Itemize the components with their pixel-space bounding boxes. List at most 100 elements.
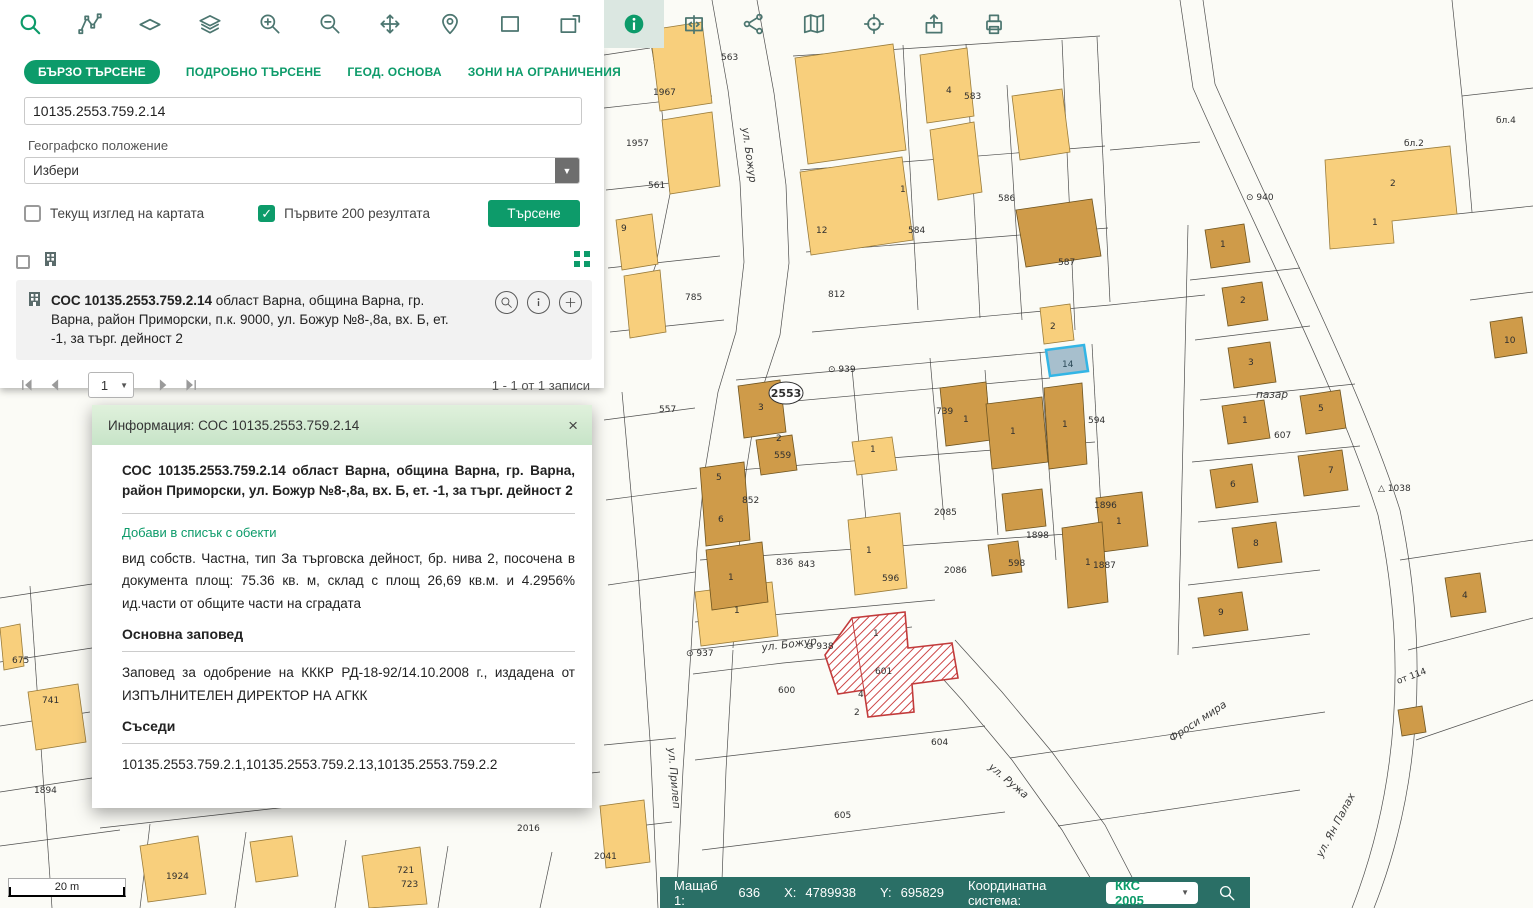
measure-tool-icon[interactable]	[60, 0, 120, 48]
map-label: 2	[1050, 322, 1056, 332]
last-page-button[interactable]	[184, 378, 198, 392]
map-label: 1	[870, 445, 876, 455]
result-item[interactable]: СОС 10135.2553.759.2.14 област Варна, об…	[16, 280, 592, 360]
crs-label: Координатна система:	[968, 878, 1097, 908]
map-label: 587	[1058, 258, 1075, 268]
map-label: 583	[964, 92, 981, 102]
next-page-button[interactable]	[156, 378, 170, 392]
map-label: 723	[401, 880, 418, 890]
result-actions	[495, 291, 582, 348]
previous-page-button[interactable]	[48, 378, 62, 392]
map-label: 559	[774, 451, 791, 461]
map-label: 10	[1504, 336, 1516, 346]
search-input[interactable]	[24, 97, 582, 125]
result-text: СОС 10135.2553.759.2.14 област Варна, об…	[51, 291, 451, 348]
chevron-down-icon: ▼	[1181, 888, 1189, 897]
map-label: 594	[1088, 416, 1105, 426]
map-label: 1957	[626, 139, 649, 149]
search-tabs: БЪРЗО ТЪРСЕНЕ ПОДРОБНО ТЪРСЕНЕ ГЕОД. ОСН…	[24, 60, 604, 84]
map-label: 4	[946, 86, 952, 96]
zoom-in-tool-icon[interactable]	[240, 0, 300, 48]
tab-detailed-search[interactable]: ПОДРОБНО ТЪРСЕНЕ	[186, 65, 322, 79]
map-label: 1	[1372, 218, 1378, 228]
scale-bar-label: 20 m	[55, 881, 79, 893]
zoom-out-tool-icon[interactable]	[300, 0, 360, 48]
flat-layer-tool-icon[interactable]	[120, 0, 180, 48]
map-label: 557	[659, 405, 676, 415]
map-label: 1	[1116, 517, 1122, 527]
map-label: 4	[1462, 591, 1468, 601]
building-icon	[44, 251, 57, 272]
pan-tool-icon[interactable]	[360, 0, 420, 48]
map-label: 605	[834, 811, 851, 821]
first-page-button[interactable]	[20, 378, 34, 392]
layers-tool-icon[interactable]	[180, 0, 240, 48]
map-label: 3	[758, 403, 764, 413]
coordinate-search-icon[interactable]	[1218, 884, 1236, 902]
chevron-down-icon[interactable]: ▼	[555, 158, 579, 183]
expand-results-icon[interactable]	[574, 251, 590, 272]
result-info-button[interactable]	[527, 291, 550, 314]
basemap-tool-icon[interactable]	[784, 0, 844, 48]
add-result-button[interactable]	[559, 291, 582, 314]
map-label: 1896	[1094, 501, 1117, 511]
map-label: 1	[728, 573, 734, 583]
zoom-to-result-button[interactable]	[495, 291, 518, 314]
map-label: 6	[718, 515, 724, 525]
map-label: ⊙ 938	[806, 642, 834, 652]
add-to-object-list-link[interactable]: Добави в списък с обекти	[122, 525, 277, 540]
pagination: 1 ▼ 1 - 1 от 1 записи	[20, 372, 590, 398]
toolbar-left	[0, 0, 604, 48]
map-label: 607	[1274, 431, 1291, 441]
first-200-results-checkbox[interactable]: ✓	[258, 205, 275, 222]
page-select[interactable]: 1 ▼	[88, 372, 134, 398]
search-button[interactable]: Търсене	[488, 200, 580, 227]
map-label: 5	[716, 473, 722, 483]
map-label: 563	[721, 53, 738, 63]
map-label: 1887	[1093, 561, 1116, 571]
info-popup-body: СОС 10135.2553.759.2.14 област Варна, об…	[92, 445, 592, 777]
map-label: 1	[1010, 427, 1016, 437]
search-tool-icon[interactable]	[0, 0, 60, 48]
building-icon	[28, 291, 41, 348]
gps-tool-icon[interactable]	[844, 0, 904, 48]
map-label: 785	[685, 293, 702, 303]
crs-select[interactable]: ККС 2005 ▼	[1106, 882, 1198, 904]
geo-position-select[interactable]: Избери ▼	[24, 157, 580, 184]
map-label: 598	[1008, 559, 1025, 569]
map-label: 2086	[944, 566, 967, 576]
print-tool-icon[interactable]	[964, 0, 1024, 48]
share-tool-icon[interactable]	[724, 0, 784, 48]
info-tool-icon[interactable]	[604, 0, 664, 48]
info-popup: Информация: СОС 10135.2553.759.2.14 × СО…	[92, 405, 592, 808]
extent-tool-icon[interactable]	[480, 0, 540, 48]
x-coordinate-value: 4789938	[805, 885, 856, 900]
map-label: 9	[621, 224, 627, 234]
map-label: 741	[42, 696, 59, 706]
map-label: ⊙ 940	[1246, 193, 1274, 203]
map-label: 5	[1318, 404, 1324, 414]
map-label: 2	[1390, 179, 1396, 189]
tab-geodetic-basis[interactable]: ГЕОД. ОСНОВА	[347, 65, 441, 79]
map-label: 2	[776, 434, 782, 444]
map-label: бл.2	[1404, 139, 1424, 149]
location-tool-icon[interactable]	[420, 0, 480, 48]
main-order-header: Основна заповед	[122, 626, 575, 652]
toolbar-right	[604, 0, 1024, 48]
close-icon[interactable]: ×	[568, 417, 578, 434]
previous-extent-tool-icon[interactable]	[540, 0, 600, 48]
map-label: 14	[1062, 360, 1074, 370]
map-label: 586	[998, 194, 1015, 204]
search-options-row: Текущ изглед на картата ✓ Първите 200 ре…	[24, 200, 580, 227]
current-map-view-checkbox[interactable]	[24, 205, 41, 222]
tab-quick-search[interactable]: БЪРЗО ТЪРСЕНЕ	[24, 60, 160, 84]
map-label: 12	[816, 226, 827, 236]
select-all-results-checkbox[interactable]	[16, 255, 30, 269]
tab-restriction-zones[interactable]: ЗОНИ НА ОГРАНИЧЕНИЯ	[468, 65, 621, 79]
export-tool-icon[interactable]	[904, 0, 964, 48]
search-panel: БЪРЗО ТЪРСЕНЕ ПОДРОБНО ТЪРСЕНЕ ГЕОД. ОСН…	[0, 48, 604, 388]
chevron-down-icon: ▼	[120, 381, 133, 390]
swipe-tool-icon[interactable]	[664, 0, 724, 48]
info-popup-header[interactable]: Информация: СОС 10135.2553.759.2.14 ×	[92, 405, 592, 445]
y-coordinate-value: 695829	[901, 885, 944, 900]
